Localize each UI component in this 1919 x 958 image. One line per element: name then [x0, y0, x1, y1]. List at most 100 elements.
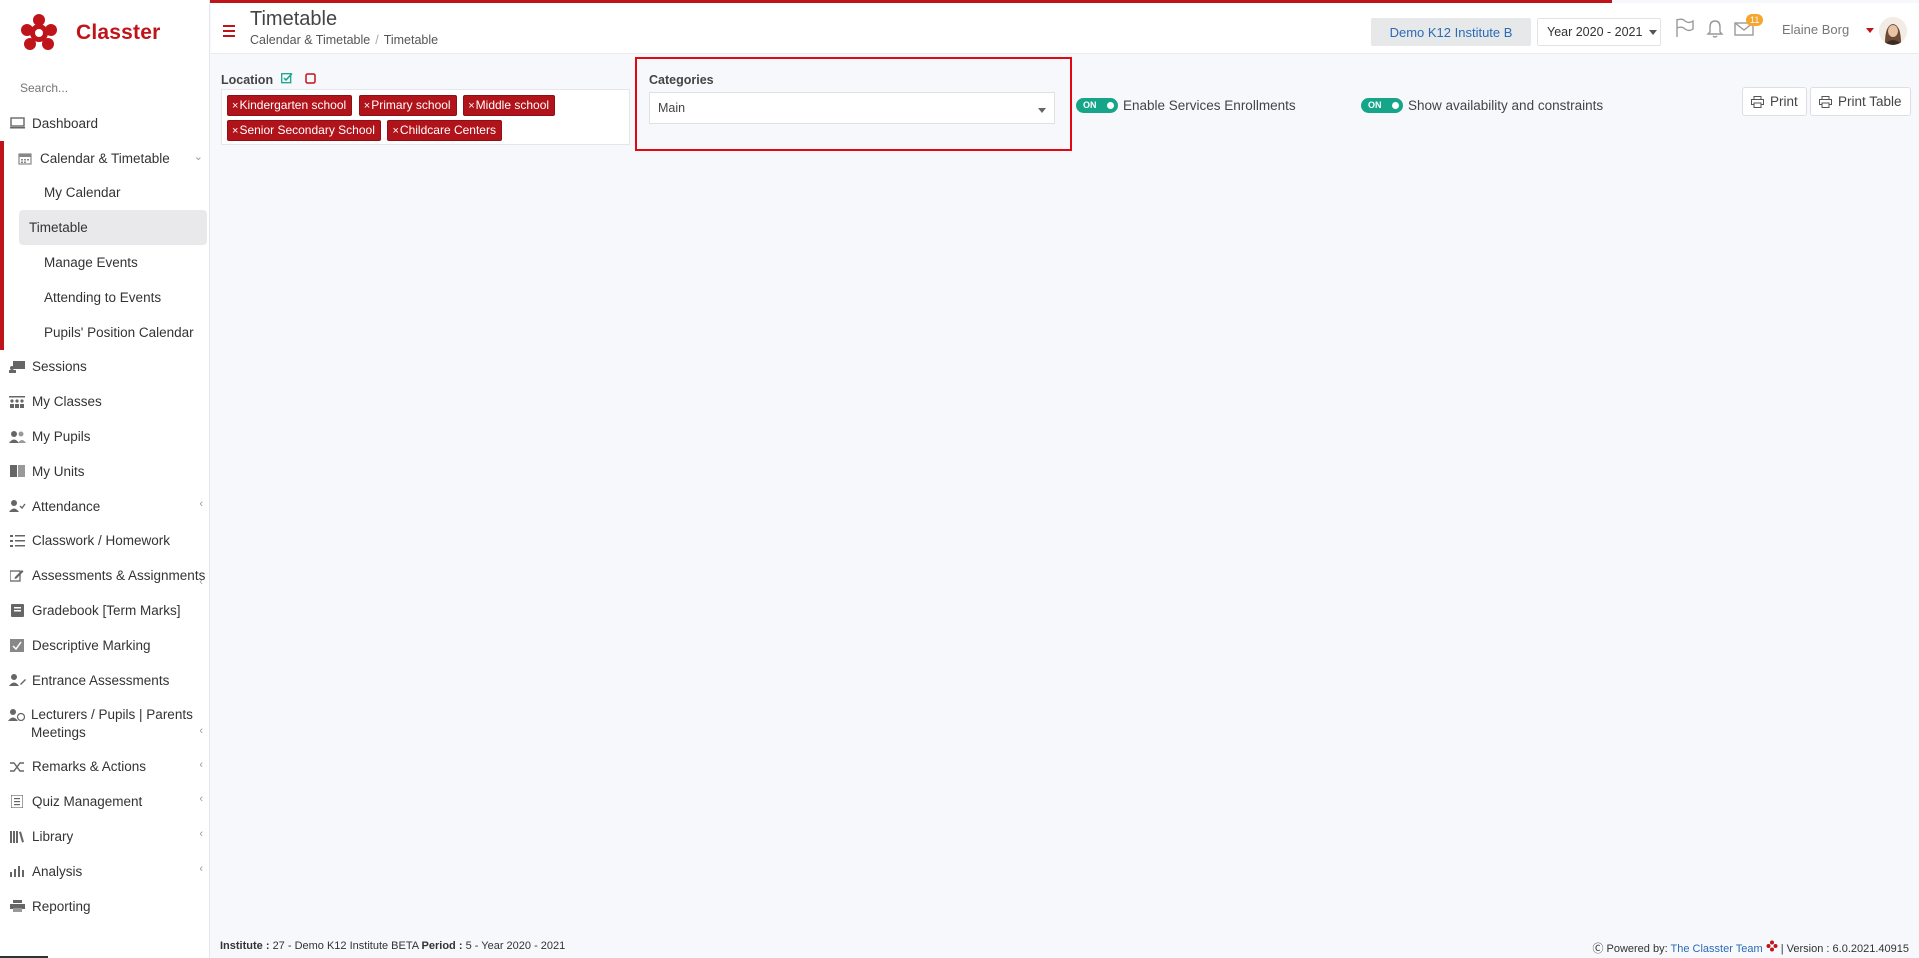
sessions-icon: [8, 360, 26, 374]
users-icon: [8, 430, 26, 444]
caret-down-icon: [1649, 29, 1658, 35]
year-selector-dropdown[interactable]: Year 2020 - 2021: [1537, 18, 1661, 46]
avatar[interactable]: [1879, 17, 1907, 45]
show-availability-toggle[interactable]: ON: [1361, 98, 1403, 113]
show-availability-toggle-group: ON Show availability and constraints: [1361, 98, 1603, 113]
sidebar-item-library[interactable]: Library ‹: [0, 819, 209, 854]
sidebar-item-my-classes[interactable]: My Classes: [0, 384, 209, 419]
sidebar-subitem-timetable[interactable]: Timetable: [19, 210, 207, 246]
sidebar-item-label: Entrance Assessments: [32, 672, 170, 688]
list-check-icon: [8, 534, 26, 548]
user-name[interactable]: Elaine Borg: [1782, 22, 1849, 37]
sidebar-item-label: My Pupils: [32, 429, 91, 445]
remove-tag-icon[interactable]: ×: [364, 100, 370, 112]
sidebar-item-label: Reporting: [32, 898, 91, 914]
breadcrumb: Calendar & Timetable / Timetable: [250, 33, 439, 47]
user-menu-caret-icon[interactable]: [1866, 28, 1874, 33]
categories-selected-value: Main: [658, 101, 686, 115]
sidebar-item-reporting[interactable]: Reporting: [0, 889, 209, 924]
user-check-icon: [8, 499, 26, 513]
sidebar-subitem-pupils-position-calendar[interactable]: Pupils' Position Calendar: [19, 315, 207, 350]
select-all-check-icon[interactable]: [281, 72, 293, 87]
enable-services-toggle[interactable]: ON: [1076, 98, 1118, 113]
sidebar-item-attendance[interactable]: Attendance ‹: [0, 489, 209, 524]
bell-icon[interactable]: [1704, 17, 1728, 41]
sidebar-subitem-my-calendar[interactable]: My Calendar: [19, 176, 207, 211]
sidebar-item-label: Classwork / Homework: [32, 533, 171, 549]
printer-icon: [8, 899, 26, 913]
copyright-icon: Ⓒ: [1592, 943, 1604, 955]
enable-services-label: Enable Services Enrollments: [1123, 98, 1296, 113]
sidebar-item-quiz[interactable]: Quiz Management ‹: [0, 784, 209, 819]
sidebar-item-classwork[interactable]: Classwork / Homework: [0, 524, 209, 559]
print-table-button[interactable]: Print Table: [1810, 87, 1911, 116]
location-label-text: Location: [221, 72, 274, 87]
monitor-icon: [8, 116, 26, 130]
main-content: Location ×Kindergarten school ×Primary s…: [211, 55, 1919, 925]
library-icon: [8, 830, 26, 844]
sidebar-item-my-units[interactable]: My Units: [0, 454, 209, 489]
footer-team-link[interactable]: The Classter Team: [1671, 943, 1763, 955]
sidebar-item-calendar-timetable[interactable]: Calendar & Timetable ⌄: [4, 141, 209, 176]
chevron-left-icon: ‹: [199, 828, 203, 841]
sidebar-subitem-manage-events[interactable]: Manage Events: [19, 245, 207, 280]
sidebar-item-label: My Classes: [32, 394, 102, 410]
classter-logo-icon: [20, 13, 58, 53]
sidebar-item-label: Dashboard: [32, 115, 99, 131]
sidebar-item-meetings[interactable]: Lecturers / Pupils | Parents Meetings ‹: [0, 698, 209, 750]
classter-small-logo-icon: [1766, 940, 1778, 952]
sidebar-item-dashboard[interactable]: Dashboard: [0, 106, 209, 141]
remove-tag-icon[interactable]: ×: [392, 125, 398, 137]
sidebar-item-label: Attendance: [32, 498, 101, 514]
remove-tag-icon[interactable]: ×: [232, 100, 238, 112]
sidebar-item-analysis[interactable]: Analysis ‹: [0, 854, 209, 889]
print-button[interactable]: Print: [1742, 87, 1807, 116]
sidebar-item-label: Gradebook [Term Marks]: [32, 603, 181, 619]
caret-down-icon: [1038, 108, 1046, 113]
sidebar-item-entrance-assessments[interactable]: Entrance Assessments: [0, 663, 209, 698]
hamburger-menu-icon[interactable]: [223, 25, 235, 40]
chevron-left-icon: ‹: [199, 724, 203, 737]
sidebar-subitem-attending-events[interactable]: Attending to Events: [19, 280, 207, 315]
footer-period-label: Period :: [421, 940, 463, 952]
remove-tag-icon[interactable]: ×: [232, 125, 238, 137]
flag-icon[interactable]: [1673, 17, 1697, 41]
sidebar-item-assessments[interactable]: Assessments & Assignments ‹: [0, 558, 209, 593]
breadcrumb-item[interactable]: Calendar & Timetable: [250, 33, 370, 47]
location-tag[interactable]: ×Kindergarten school: [227, 95, 353, 116]
brand-name: Classter: [76, 21, 161, 44]
user-edit-icon: [8, 673, 26, 687]
location-tag[interactable]: ×Senior Secondary School: [227, 120, 381, 141]
sidebar-group-calendar: Calendar & Timetable ⌄ My Calendar Timet…: [0, 140, 209, 350]
deselect-all-square-icon[interactable]: [305, 72, 316, 87]
sidebar-item-my-pupils[interactable]: My Pupils: [0, 419, 209, 454]
remove-tag-icon[interactable]: ×: [468, 100, 474, 112]
sidebar: Classter Dashboard Calendar & Timetable …: [0, 0, 210, 958]
categories-dropdown[interactable]: Main: [649, 92, 1055, 124]
sidebar-search: [0, 66, 209, 106]
chevron-left-icon: ‹: [199, 862, 203, 875]
sidebar-item-gradebook[interactable]: Gradebook [Term Marks]: [0, 593, 209, 628]
location-tag[interactable]: ×Middle school: [463, 95, 556, 116]
sidebar-item-label: Descriptive Marking: [32, 637, 151, 653]
footer-institute-value: 27 - Demo K12 Institute BETA: [272, 940, 419, 952]
location-tag-label: Kindergarten school: [239, 98, 347, 112]
sidebar-item-remarks[interactable]: Remarks & Actions ‹: [0, 750, 209, 785]
location-tag[interactable]: ×Primary school: [358, 95, 457, 116]
location-multiselect[interactable]: ×Kindergarten school ×Primary school ×Mi…: [221, 89, 630, 145]
sidebar-item-sessions[interactable]: Sessions: [0, 350, 209, 385]
search-input[interactable]: [20, 81, 200, 95]
sidebar-item-label: Sessions: [32, 359, 87, 375]
printer-icon: [1819, 95, 1832, 108]
categories-label: Categories: [649, 73, 714, 87]
sidebar-nav: Dashboard Calendar & Timetable ⌄ My Cale…: [0, 106, 209, 924]
sidebar-item-label: Lecturers / Pupils | Parents Meetings: [31, 706, 193, 740]
enable-services-toggle-group: ON Enable Services Enrollments: [1076, 98, 1296, 113]
sidebar-item-descriptive-marking[interactable]: Descriptive Marking: [0, 628, 209, 663]
quiz-icon: [8, 795, 26, 809]
footer-institute-label: Institute :: [220, 940, 270, 952]
brand[interactable]: Classter: [0, 0, 209, 66]
marking-icon: [8, 638, 26, 652]
institute-selector-button[interactable]: Demo K12 Institute B: [1371, 18, 1531, 46]
location-tag[interactable]: ×Childcare Centers: [387, 120, 502, 141]
